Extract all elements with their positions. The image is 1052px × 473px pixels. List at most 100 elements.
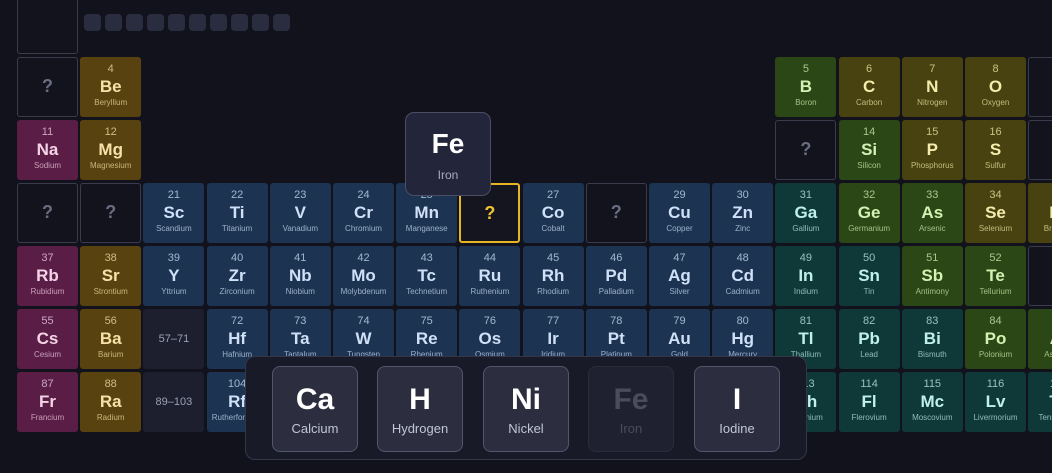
question-mark: ? <box>42 76 53 96</box>
element-name: Selenium <box>978 224 1013 233</box>
series-placeholder: 89–103 <box>143 372 205 432</box>
element-symbol: W <box>355 329 372 348</box>
empty-cell[interactable]: ? <box>80 183 142 243</box>
atomic-number: 8 <box>992 63 999 75</box>
element-cell: 14 Si Silicon <box>838 120 900 180</box>
element-cell: 46 Pd Palladium <box>585 246 647 306</box>
empty-cell <box>1028 120 1052 180</box>
element-cell: 82 Pb Lead <box>838 309 900 369</box>
atomic-number: 22 <box>230 189 244 201</box>
empty-cell[interactable]: ? <box>17 183 78 243</box>
atomic-number: 14 <box>862 126 876 138</box>
element-symbol: Ir <box>547 329 559 348</box>
element-cell: 37 Rb Rubidium <box>17 246 78 306</box>
element-symbol: Sn <box>858 266 880 285</box>
element-cell: 38 Sr Strontium <box>80 246 142 306</box>
element-name: Cadmium <box>725 287 760 296</box>
atomic-number: 48 <box>736 252 749 264</box>
choice-button[interactable]: I Iodine <box>694 366 780 452</box>
element-name: Barium <box>98 350 124 359</box>
atomic-number: 33 <box>926 189 939 201</box>
atomic-number: 31 <box>799 189 813 201</box>
element-cell: 39 Y Yttrium <box>143 246 205 306</box>
element-symbol: Be <box>99 77 122 96</box>
element-name: Arsenic <box>918 224 946 233</box>
element-symbol: S <box>989 140 1002 159</box>
atomic-number: 24 <box>357 189 370 201</box>
element-name: Vanadium <box>282 224 319 233</box>
atomic-number: 4 <box>107 63 114 75</box>
atomic-number: 40 <box>230 252 244 264</box>
element-cell: 15 P Phosphorus <box>901 120 963 180</box>
atomic-number: 52 <box>989 252 1002 264</box>
element-cell: 84 Po Polonium <box>965 309 1026 369</box>
atomic-number: 49 <box>799 252 813 264</box>
element-symbol: Zn <box>732 203 754 222</box>
element-symbol: Ga <box>794 203 818 222</box>
element-name: Technetium <box>406 287 448 296</box>
choice-symbol: Ni <box>511 383 541 416</box>
element-name: Nitrogen <box>917 98 948 107</box>
element-name: Antimony <box>915 287 949 296</box>
choice-symbol: Ca <box>295 383 335 416</box>
atomic-number: 15 <box>926 126 939 138</box>
element-symbol: Cd <box>731 266 755 285</box>
choice-button[interactable]: Ni Nickel <box>483 366 569 452</box>
element-cell: 52 Te Tellurium <box>965 246 1026 306</box>
choice-symbol: H <box>409 383 431 416</box>
element-symbol: Mn <box>414 203 439 222</box>
element-name: Bromine <box>1043 224 1052 233</box>
element-name: Radium <box>96 413 125 422</box>
element-symbol: C <box>862 77 876 96</box>
atomic-number: 114 <box>860 378 878 390</box>
element-name: Boron <box>795 98 817 107</box>
element-name: Livermorium <box>973 413 1018 422</box>
element-name: Manganese <box>405 224 448 233</box>
element-name: Tennessine <box>1038 413 1052 422</box>
atomic-number: 41 <box>294 252 307 264</box>
element-cell: 29 Cu Copper <box>649 183 710 243</box>
atomic-number: 55 <box>41 315 54 327</box>
element-cell: 5 B Boron <box>775 57 837 117</box>
atomic-number: 47 <box>673 252 686 264</box>
element-symbol: Se <box>985 203 1006 222</box>
element-cell: 48 Cd Cadmium <box>712 246 774 306</box>
element-symbol: Rh <box>541 266 565 285</box>
atomic-number: 32 <box>862 189 876 201</box>
element-name: Beryllium <box>94 98 128 107</box>
element-cell: 6 C Carbon <box>838 57 900 117</box>
choice-name: Nickel <box>508 421 544 436</box>
empty-cell[interactable]: ? <box>585 183 647 243</box>
element-name: Silicon <box>857 161 881 170</box>
question-mark: ? <box>800 139 812 159</box>
element-symbol: Te <box>986 266 1005 285</box>
empty-cell[interactable]: ? <box>17 57 78 117</box>
element-symbol: As <box>921 203 944 222</box>
element-symbol: Hf <box>228 329 247 348</box>
atomic-number: 83 <box>926 315 939 327</box>
element-symbol: Ag <box>668 266 691 285</box>
element-symbol: B <box>799 77 813 96</box>
placed-element-tooltip: Fe Iron <box>405 112 491 196</box>
element-cell: 41 Nb Niobium <box>269 246 331 306</box>
element-symbol: Hg <box>731 329 755 348</box>
element-symbol: Os <box>478 329 502 348</box>
element-name: Silver <box>669 287 690 296</box>
element-symbol: Co <box>541 203 565 222</box>
choice-button[interactable]: Ca Calcium <box>272 366 358 452</box>
element-name: Strontium <box>93 287 128 296</box>
choice-symbol: I <box>732 383 742 416</box>
element-cell: 42 Mo Molybdenum <box>333 246 394 306</box>
choice-button[interactable]: H Hydrogen <box>377 366 463 452</box>
element-symbol: Y <box>168 266 180 285</box>
empty-cell[interactable]: ? <box>775 120 837 180</box>
element-cell: 44 Ru Ruthenium <box>459 246 521 306</box>
element-name: Zinc <box>735 224 751 233</box>
element-symbol: In <box>798 266 814 285</box>
element-symbol: Ru <box>478 266 502 285</box>
element-cell: 87 Fr Francium <box>17 372 78 432</box>
choice-name: Hydrogen <box>391 421 449 436</box>
atomic-number: 5 <box>802 63 809 75</box>
element-name: Sulfur <box>985 161 1006 170</box>
element-symbol: Rb <box>36 266 59 285</box>
